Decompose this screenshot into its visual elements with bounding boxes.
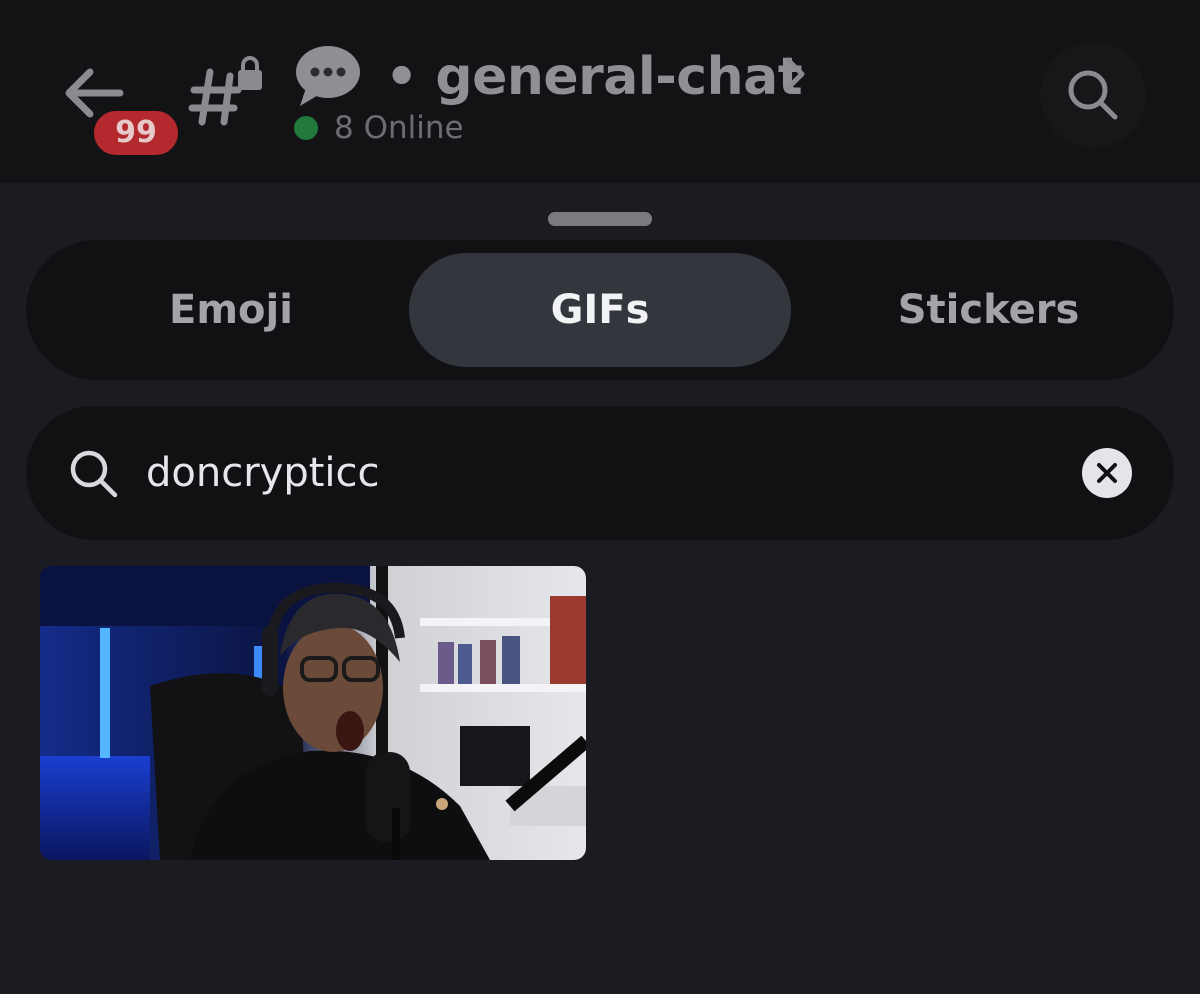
title-separator: •	[385, 47, 418, 107]
search-icon	[1068, 70, 1118, 120]
gif-search-input[interactable]	[146, 440, 1026, 506]
online-dot-icon	[294, 116, 318, 140]
gif-search-bar	[26, 406, 1174, 540]
search-icon	[66, 446, 122, 502]
picker-tabs: Emoji GIFs Stickers	[26, 240, 1174, 380]
unread-badge: 99	[90, 107, 182, 159]
speech-balloon-emoji-icon	[294, 44, 362, 108]
gif-result[interactable]	[40, 566, 586, 860]
channel-header: 99 • general-chat 8 Online	[0, 0, 1200, 183]
clear-search-button[interactable]	[1082, 448, 1132, 498]
channel-name: general-chat	[435, 47, 803, 107]
online-status: 8 Online	[294, 108, 464, 148]
gif-thumbnail	[40, 566, 586, 860]
sheet-drag-handle[interactable]	[548, 212, 652, 226]
close-icon	[1097, 463, 1117, 483]
tab-stickers[interactable]: Stickers	[796, 253, 1181, 367]
locked-channel-icon	[188, 52, 268, 132]
channel-title[interactable]: • general-chat	[385, 46, 803, 108]
chevron-right-icon[interactable]	[780, 54, 810, 94]
tab-gifs[interactable]: GIFs	[409, 253, 791, 367]
online-count: 8 Online	[334, 110, 464, 146]
header-search-button[interactable]	[1040, 42, 1146, 148]
tab-emoji[interactable]: Emoji	[26, 253, 436, 367]
